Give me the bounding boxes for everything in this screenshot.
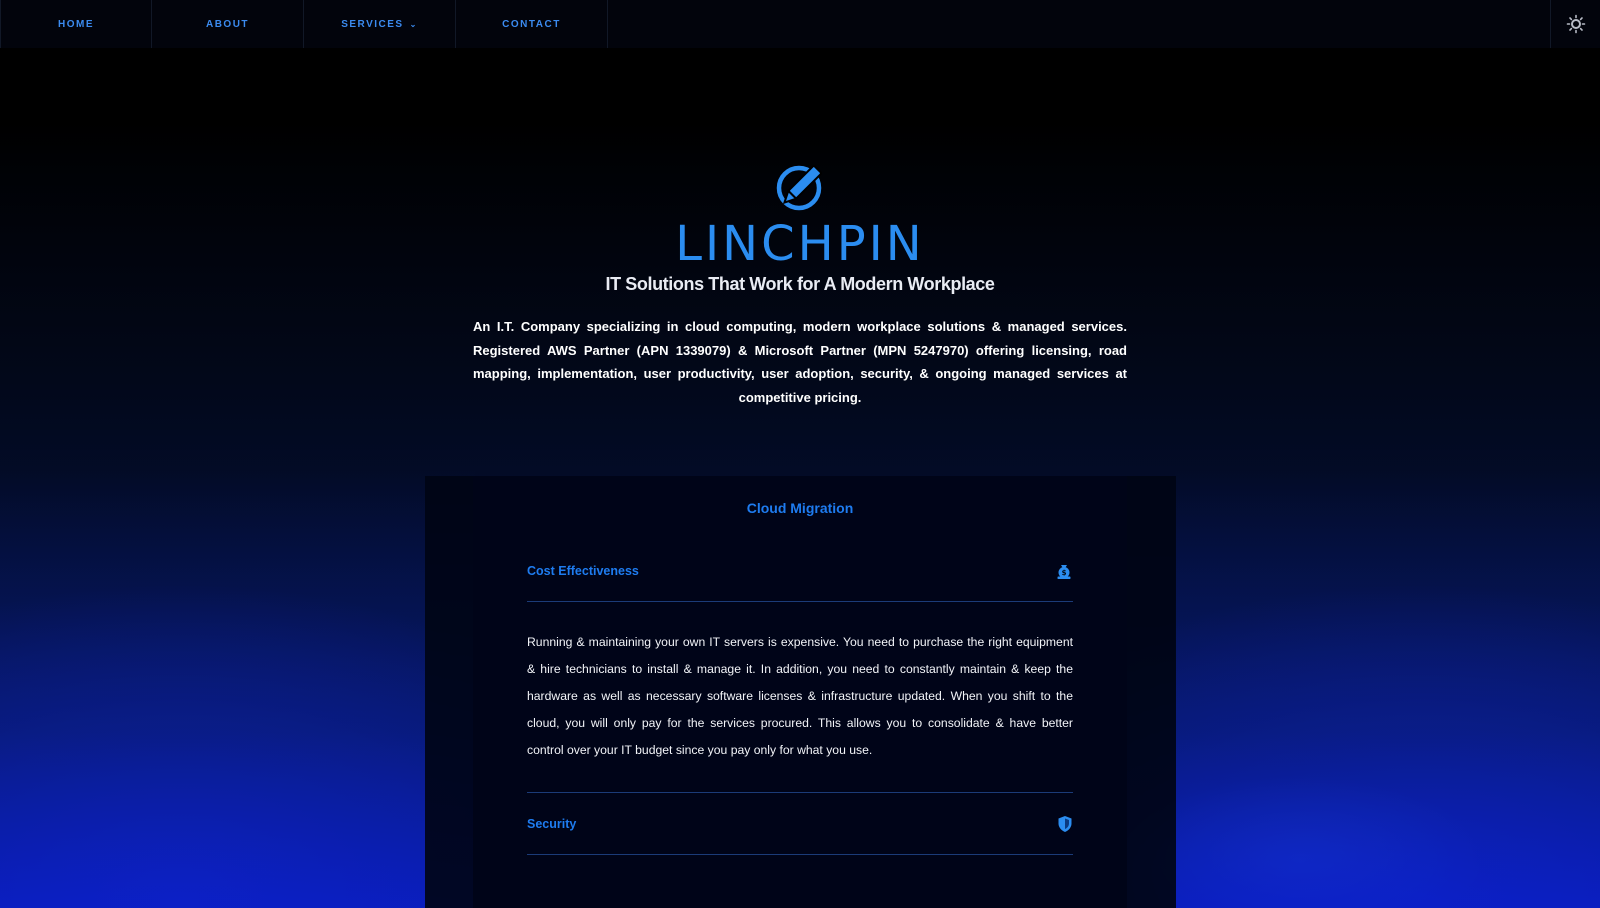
accordion-header-cost-effectiveness[interactable]: Cost Effectiveness $ — [527, 540, 1073, 602]
nav-item-label: HOME — [58, 18, 94, 30]
nav-item-about[interactable]: ABOUT — [152, 0, 304, 48]
accordion-label: Security — [527, 816, 577, 831]
page-tagline: IT Solutions That Work for A Modern Work… — [605, 274, 995, 294]
nav-item-home[interactable]: HOME — [0, 0, 152, 48]
background-glow-left — [0, 470, 475, 908]
background-glow-right — [1175, 470, 1600, 908]
accordion-body-cost-effectiveness: Running & maintaining your own IT server… — [527, 635, 1073, 757]
shield-icon — [1058, 815, 1072, 832]
nav-item-label: SERVICES — [341, 18, 404, 30]
svg-text:$: $ — [1062, 569, 1067, 577]
theme-toggle-button[interactable] — [1550, 0, 1600, 48]
nav-item-services[interactable]: SERVICES ⌄ — [304, 0, 456, 48]
sun-icon — [1566, 14, 1585, 34]
money-bag-icon: $ — [1057, 564, 1071, 579]
services-panel: Cloud Migration Cost Effectiveness $ Run… — [473, 476, 1127, 908]
top-navigation: HOME ABOUT SERVICES ⌄ CONTACT — [0, 0, 1600, 48]
section-title: Cloud Migration — [746, 500, 854, 516]
accordion-header-security[interactable]: Security — [527, 793, 1073, 855]
accordion-label: Cost Effectiveness — [527, 563, 639, 578]
hero-section: LINCHPIN IT Solutions That Work for A Mo… — [0, 160, 1600, 409]
intro-paragraph: An I.T. Company specializing in cloud co… — [473, 319, 1127, 405]
nav-item-label: CONTACT — [502, 18, 561, 30]
pencil-circle-logo-icon — [776, 165, 822, 211]
chevron-down-icon: ⌄ — [409, 19, 418, 29]
nav-item-contact[interactable]: CONTACT — [456, 0, 608, 48]
nav-item-label: ABOUT — [205, 18, 250, 30]
brand-name: LINCHPIN — [675, 216, 925, 272]
